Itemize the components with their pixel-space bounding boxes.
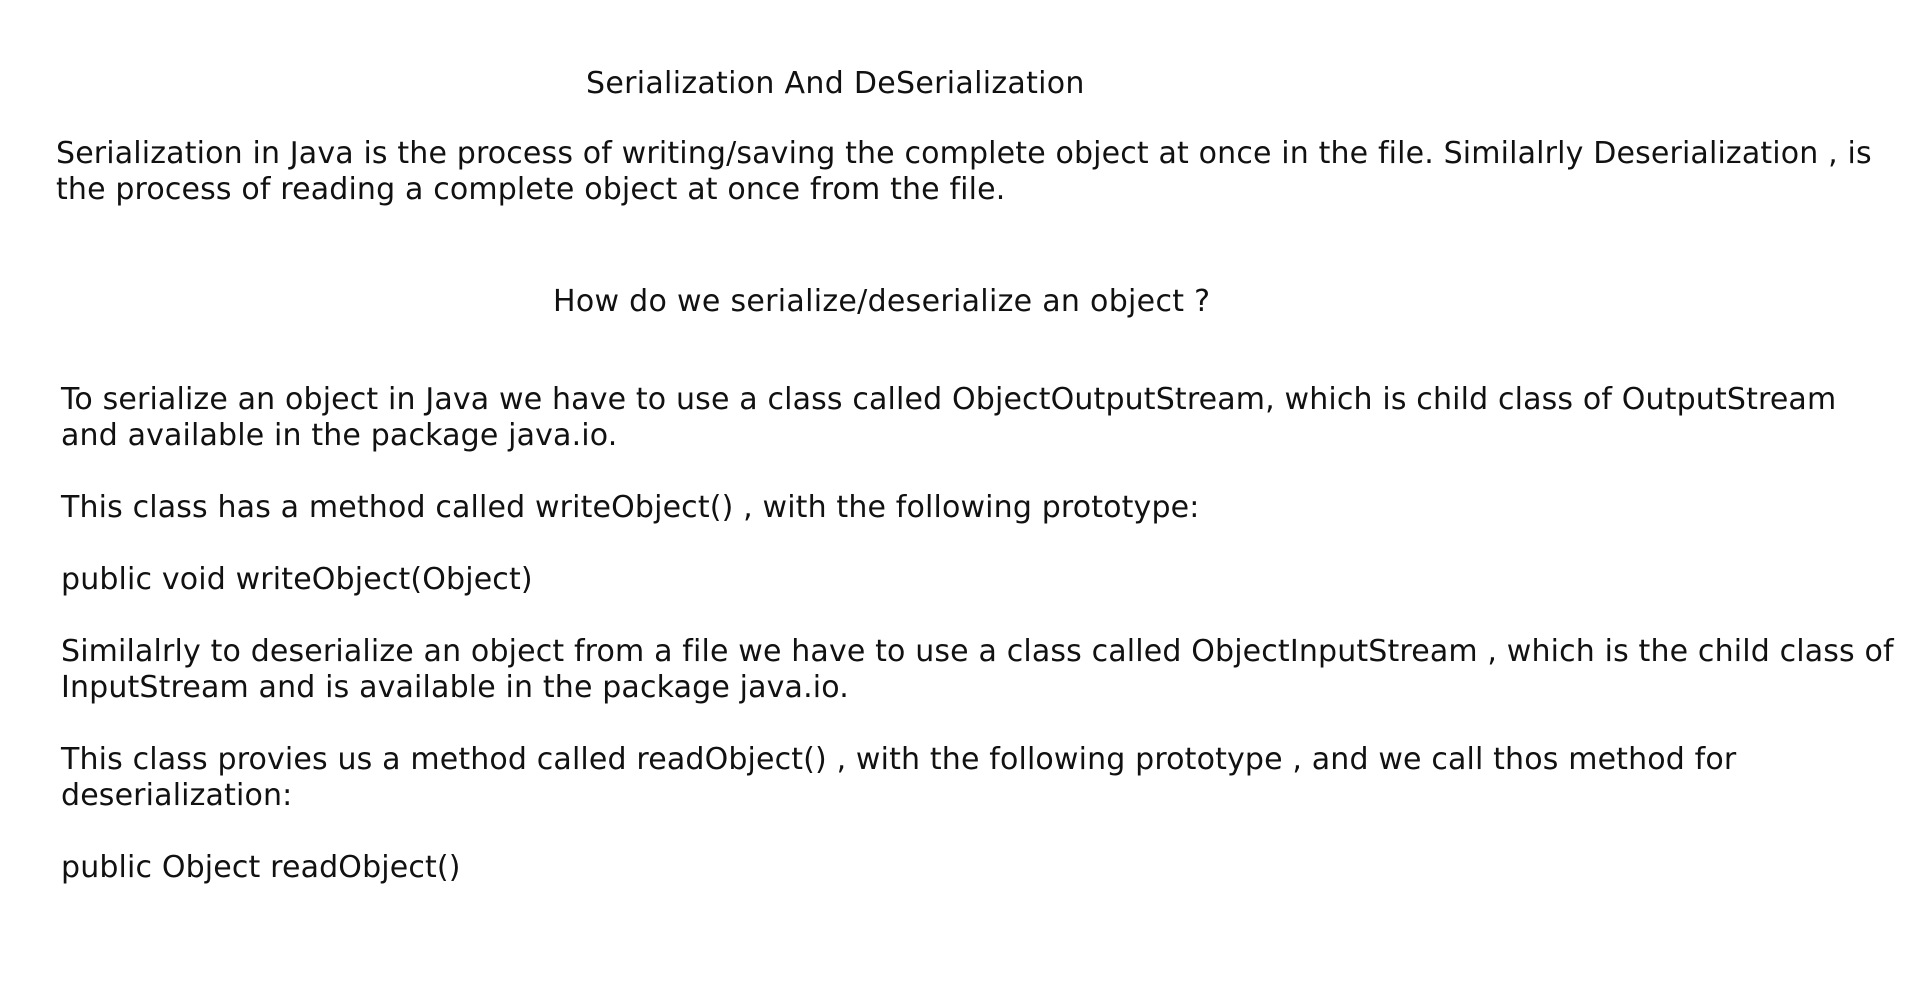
intro-paragraph: Serialization in Java is the process of … (56, 136, 1872, 208)
paragraph-line: and available in the package java.io. (61, 418, 618, 453)
paragraph-serialize: To serialize an object in Java we have t… (61, 382, 1836, 454)
document-title: Serialization And DeSerialization (586, 66, 1085, 101)
paragraph-deserialize: Similalrly to deserialize an object from… (61, 634, 1894, 706)
paragraph-line: To serialize an object in Java we have t… (61, 382, 1837, 417)
document-page: Serialization And DeSerialization Serial… (0, 0, 1920, 1001)
paragraph-line: deserialization: (61, 778, 293, 813)
section-subtitle: How do we serialize/deserialize an objec… (553, 284, 1211, 319)
code-writeobject-prototype: public void writeObject(Object) (61, 562, 533, 598)
paragraph-readobject: This class provies us a method called re… (61, 742, 1736, 814)
code-line: public Object readObject() (61, 850, 461, 885)
paragraph-line: This class provies us a method called re… (61, 742, 1737, 777)
code-readobject-prototype: public Object readObject() (61, 850, 461, 886)
paragraph-line: This class has a method called writeObje… (61, 490, 1200, 525)
intro-line: the process of reading a complete object… (56, 172, 1006, 207)
intro-line: Serialization in Java is the process of … (56, 136, 1872, 171)
code-line: public void writeObject(Object) (61, 562, 533, 597)
paragraph-line: Similalrly to deserialize an object from… (61, 634, 1894, 669)
paragraph-writeobject: This class has a method called writeObje… (61, 490, 1200, 526)
paragraph-line: InputStream and is available in the pack… (61, 670, 849, 705)
